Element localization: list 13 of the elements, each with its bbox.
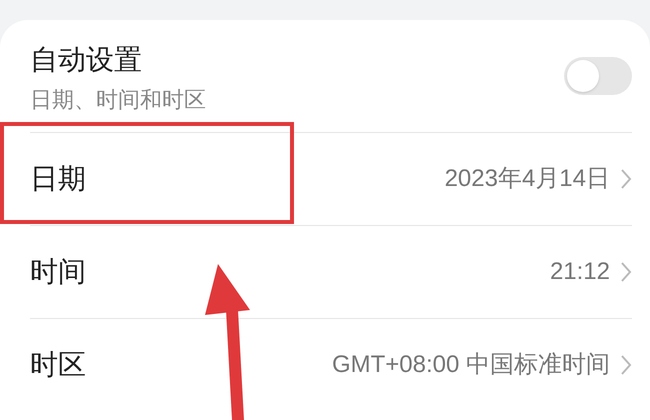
toggle-switch[interactable] — [564, 57, 632, 95]
chevron-right-icon — [620, 261, 632, 283]
settings-row[interactable]: 日期 2023年4月14日 — [30, 132, 632, 225]
row-value: 21:12 — [550, 257, 610, 287]
row-label: 时间 — [30, 255, 87, 289]
setting-subtitle: 日期、时间和时区 — [30, 86, 207, 114]
row-value: 2023年4月14日 — [444, 164, 610, 194]
row-label: 日期 — [30, 162, 87, 196]
row-value: GMT+08:00 中国标准时间 — [332, 350, 610, 380]
chevron-right-icon — [620, 168, 632, 190]
chevron-right-icon — [620, 354, 632, 376]
row-label: 时区 — [30, 348, 87, 382]
setting-title: 自动设置 — [30, 43, 143, 77]
